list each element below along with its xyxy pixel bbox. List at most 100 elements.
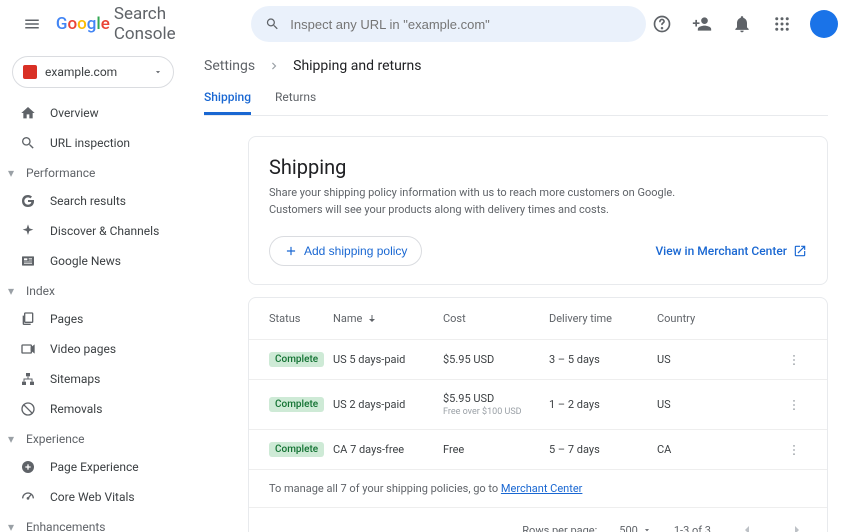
hamburger-menu-button[interactable] xyxy=(12,4,52,44)
cell-name: US 2 days-paid xyxy=(333,398,443,411)
card-title: Shipping xyxy=(269,155,807,179)
sidebar-item-core-web-vitals[interactable]: Core Web Vitals xyxy=(8,482,190,512)
sidebar-nav: example.com Overview URL inspection ▾Per… xyxy=(0,48,190,532)
search-icon xyxy=(265,16,280,32)
breadcrumb-settings[interactable]: Settings xyxy=(204,58,255,74)
tab-returns[interactable]: Returns xyxy=(275,82,316,115)
people-icon xyxy=(692,14,712,34)
sidebar-item-discover[interactable]: Discover & Channels xyxy=(8,216,190,246)
table-row[interactable]: Complete CA 7 days-free Free 5 – 7 days … xyxy=(249,429,827,469)
card-description: Share your shipping policy information w… xyxy=(269,185,807,218)
video-icon xyxy=(20,341,36,357)
table-pagination: Rows per page: 500 1-3 of 3 xyxy=(249,507,827,532)
sidebar-item-label: Core Web Vitals xyxy=(50,490,135,504)
cell-country: CA xyxy=(657,443,787,456)
people-button[interactable] xyxy=(686,8,718,40)
apps-button[interactable] xyxy=(766,8,798,40)
add-shipping-policy-button[interactable]: Add shipping policy xyxy=(269,236,422,266)
external-link-icon xyxy=(793,244,807,258)
sitemap-icon xyxy=(20,371,36,387)
notifications-button[interactable] xyxy=(726,8,758,40)
sidebar-section-index[interactable]: ▾Index xyxy=(8,276,190,304)
sidebar-item-pages[interactable]: Pages xyxy=(8,304,190,334)
sidebar-item-label: Page Experience xyxy=(50,460,139,474)
status-badge: Complete xyxy=(269,397,324,412)
discover-icon xyxy=(20,223,36,239)
chevron-right-icon xyxy=(789,522,805,532)
home-icon xyxy=(20,105,36,121)
cell-delivery: 3 – 5 days xyxy=(549,353,657,366)
plus-circle-icon xyxy=(20,459,36,475)
help-button[interactable] xyxy=(646,8,678,40)
property-favicon-icon xyxy=(23,65,37,79)
sidebar-section-performance[interactable]: ▾Performance xyxy=(8,158,190,186)
sidebar-item-label: URL inspection xyxy=(50,136,130,150)
sidebar-section-experience[interactable]: ▾Experience xyxy=(8,424,190,452)
sidebar-section-enhancements[interactable]: ▾Enhancements xyxy=(8,512,190,532)
sidebar-item-label: Removals xyxy=(50,402,102,416)
more-vert-icon xyxy=(787,398,801,412)
cell-name: CA 7 days-free xyxy=(333,443,443,456)
view-merchant-center-link[interactable]: View in Merchant Center xyxy=(655,244,807,258)
sidebar-item-page-experience[interactable]: Page Experience xyxy=(8,452,190,482)
chevron-down-icon xyxy=(153,67,163,77)
menu-icon xyxy=(23,15,41,33)
rows-per-page-label: Rows per page: xyxy=(522,524,597,532)
sidebar-item-removals[interactable]: Removals xyxy=(8,394,190,424)
table-row[interactable]: Complete US 5 days-paid $5.95 USD 3 – 5 … xyxy=(249,339,827,379)
speed-icon xyxy=(20,489,36,505)
status-badge: Complete xyxy=(269,352,324,367)
breadcrumb: Settings Shipping and returns xyxy=(204,58,828,74)
table-row[interactable]: Complete US 2 days-paid $5.95 USDFree ov… xyxy=(249,379,827,429)
table-footer-note: To manage all 7 of your shipping policie… xyxy=(249,469,827,507)
sidebar-item-url-inspection[interactable]: URL inspection xyxy=(8,128,190,158)
url-inspect-input[interactable] xyxy=(290,17,632,32)
th-status[interactable]: Status xyxy=(269,312,333,325)
google-g-icon xyxy=(20,193,36,209)
tabs: Shipping Returns xyxy=(204,82,828,116)
product-logo[interactable]: Google Search Console xyxy=(56,4,232,44)
property-selector[interactable]: example.com xyxy=(12,56,174,88)
account-avatar[interactable] xyxy=(810,10,838,38)
sort-desc-icon xyxy=(366,313,378,325)
next-page-button[interactable] xyxy=(783,516,811,532)
cell-name: US 5 days-paid xyxy=(333,353,443,366)
help-icon xyxy=(652,14,672,34)
bell-icon xyxy=(732,14,752,34)
sidebar-item-video-pages[interactable]: Video pages xyxy=(8,334,190,364)
more-vert-icon xyxy=(787,353,801,367)
removals-icon xyxy=(20,401,36,417)
url-inspect-search[interactable] xyxy=(251,6,646,42)
merchant-center-link[interactable]: Merchant Center xyxy=(501,482,583,495)
product-name: Search Console xyxy=(114,4,232,44)
row-menu-button[interactable] xyxy=(787,353,807,367)
sidebar-item-google-news[interactable]: Google News xyxy=(8,246,190,276)
chevron-right-icon xyxy=(267,59,281,73)
th-name[interactable]: Name xyxy=(333,312,443,325)
tab-shipping[interactable]: Shipping xyxy=(204,82,251,115)
chevron-down-icon xyxy=(642,525,652,532)
status-badge: Complete xyxy=(269,442,324,457)
sidebar-item-label: Search results xyxy=(50,194,126,208)
sidebar-item-search-results[interactable]: Search results xyxy=(8,186,190,216)
pagination-range: 1-3 of 3 xyxy=(674,524,711,532)
th-cost[interactable]: Cost xyxy=(443,312,549,325)
sidebar-item-label: Discover & Channels xyxy=(50,224,159,238)
sidebar-item-label: Sitemaps xyxy=(50,372,100,386)
plus-icon xyxy=(284,244,298,258)
pages-icon xyxy=(20,311,36,327)
th-delivery[interactable]: Delivery time xyxy=(549,312,657,325)
row-menu-button[interactable] xyxy=(787,443,807,457)
row-menu-button[interactable] xyxy=(787,398,807,412)
prev-page-button[interactable] xyxy=(733,516,761,532)
more-vert-icon xyxy=(787,443,801,457)
header-actions xyxy=(646,8,838,40)
google-logo-icon: Google xyxy=(56,14,110,34)
rows-per-page-select[interactable]: 500 xyxy=(619,524,652,532)
sidebar-item-sitemaps[interactable]: Sitemaps xyxy=(8,364,190,394)
table-header-row: Status Name Cost Delivery time Country xyxy=(249,298,827,339)
cell-cost: Free xyxy=(443,443,549,456)
sidebar-item-overview[interactable]: Overview xyxy=(8,98,190,128)
th-country[interactable]: Country xyxy=(657,312,787,325)
sidebar-item-label: Video pages xyxy=(50,342,116,356)
